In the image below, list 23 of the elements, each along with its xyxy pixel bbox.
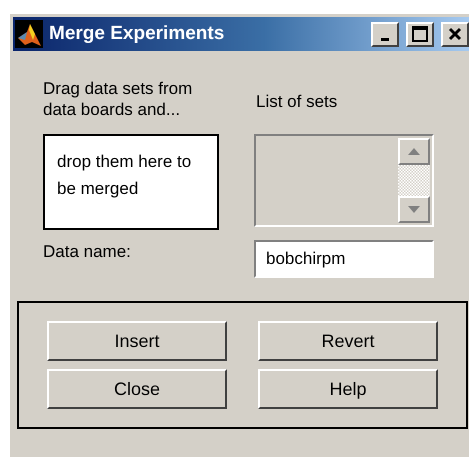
dialog-button[interactable]: Revert [258,321,438,361]
minimize-icon [381,38,389,40]
list-label: List of sets [255,92,338,113]
close-icon [448,27,462,41]
dialog-button[interactable]: Help [258,369,438,409]
app-logo-icon [15,20,43,48]
scroll-down-button[interactable] [398,196,430,223]
dialog-button[interactable]: Insert [47,321,227,361]
scroll-track[interactable] [398,165,430,196]
down-arrow-icon [408,206,420,213]
dialog-button[interactable]: Close [47,369,227,409]
window-title: Merge Experiments [49,23,226,45]
scroll-up-button[interactable] [398,138,430,165]
data-name-field[interactable]: bobchirpm [254,240,434,278]
instruction-text: Drag data sets from data boards and... [43,78,193,120]
up-arrow-icon [408,148,420,155]
minimize-button[interactable] [371,22,399,46]
drop-zone[interactable]: drop them here to be merged [43,134,219,230]
maximize-icon [412,26,428,42]
sets-list[interactable] [254,134,434,227]
data-name-label: Data name: [43,241,132,263]
close-button[interactable] [441,22,469,46]
maximize-button[interactable] [406,22,434,46]
